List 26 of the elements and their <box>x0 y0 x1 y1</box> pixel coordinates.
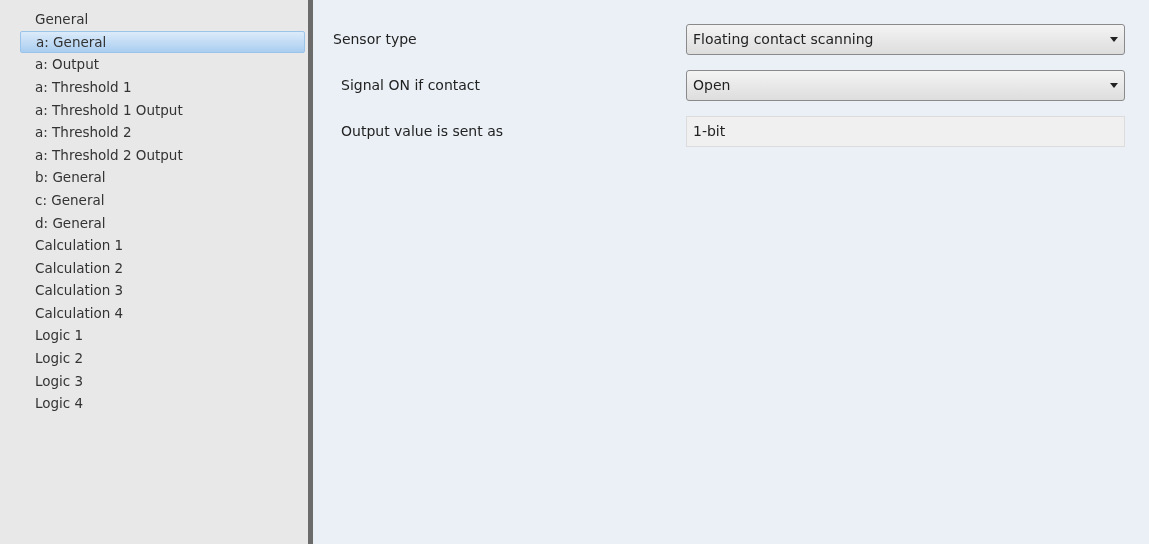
parameter-label: Sensor type <box>333 30 418 49</box>
sidebar-item[interactable]: Logic 3 <box>20 369 305 393</box>
sidebar-item[interactable]: Logic 4 <box>20 392 305 415</box>
dropdown[interactable]: Open <box>686 70 1125 101</box>
sidebar-item[interactable]: d: General <box>20 211 305 234</box>
caret-icon <box>1110 37 1118 42</box>
parameter-label: Output value is sent as <box>340 122 504 141</box>
sidebar-item[interactable]: c: General <box>20 188 305 212</box>
sidebar-item[interactable]: a: Threshold 2 <box>20 120 305 144</box>
sidebar-item[interactable]: Logic 2 <box>20 346 305 370</box>
sidebar-item[interactable]: Calculation 1 <box>20 233 305 257</box>
dropdown[interactable]: Floating contact scanning <box>686 24 1125 55</box>
readonly-field: 1-bit <box>686 116 1125 147</box>
sidebar-item[interactable]: Calculation 2 <box>20 256 305 280</box>
sidebar-item[interactable]: Calculation 3 <box>20 279 305 302</box>
sidebar-item[interactable]: Calculation 4 <box>20 301 305 325</box>
sidebar-item[interactable]: a: Threshold 1 <box>20 75 305 99</box>
sidebar-item[interactable]: General <box>20 8 305 31</box>
sidebar-item[interactable]: Logic 1 <box>20 324 305 347</box>
parameter-label: Signal ON if contact <box>340 76 482 95</box>
caret-icon <box>1110 83 1118 88</box>
sidebar-item[interactable]: a: General <box>20 30 305 54</box>
sidebar-item[interactable]: a: Threshold 1 Output <box>20 98 305 121</box>
sidebar-item[interactable]: a: Threshold 2 Output <box>20 143 305 167</box>
sidebar-item[interactable]: a: Output <box>20 53 305 76</box>
sidebar-item[interactable]: b: General <box>20 166 305 189</box>
